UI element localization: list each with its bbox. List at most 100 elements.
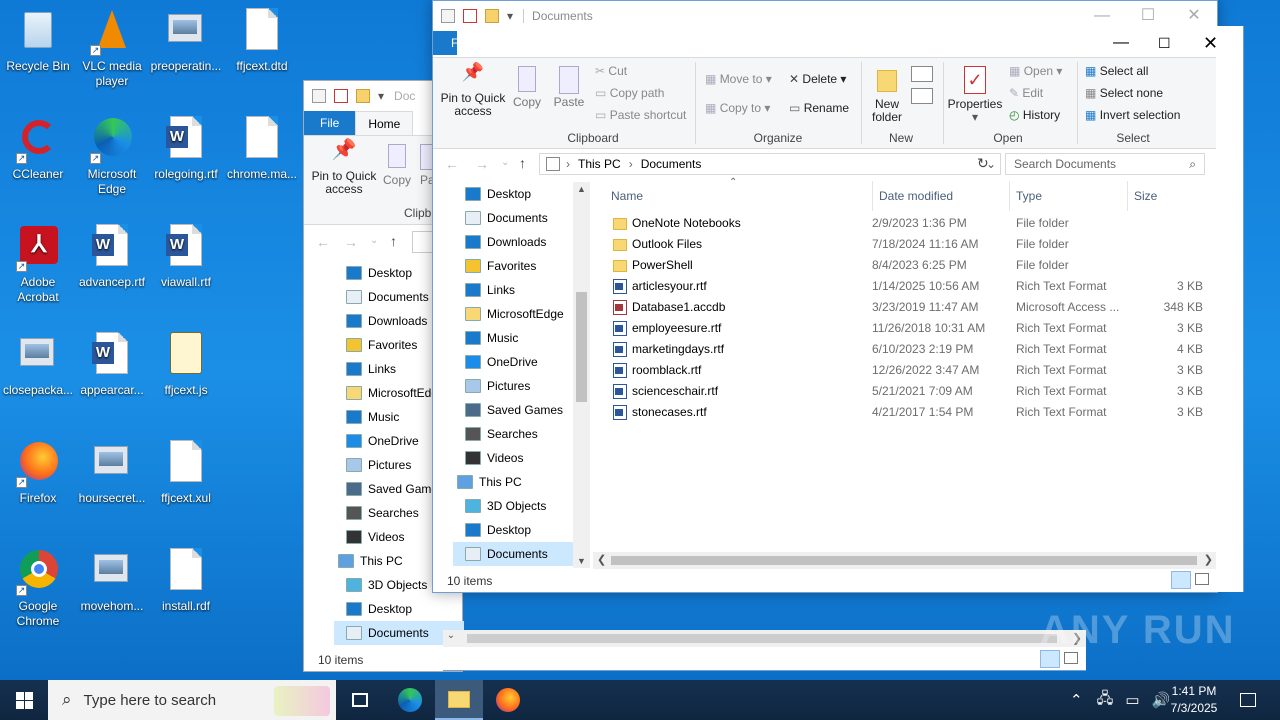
nav-item-links[interactable]: Links bbox=[453, 278, 573, 302]
properties-qa-icon[interactable] bbox=[441, 9, 455, 23]
up-arrow-icon[interactable]: ↑ bbox=[519, 155, 526, 171]
nav-item-downloads[interactable]: Downloads bbox=[453, 230, 573, 254]
desktop-icon[interactable]: closepacka... bbox=[0, 324, 76, 424]
maximize-button[interactable]: ☐ bbox=[1125, 1, 1171, 31]
front-view-toggle[interactable] bbox=[1171, 571, 1215, 589]
copy-path-button[interactable]: ▭ Copy path bbox=[595, 86, 664, 100]
column-size[interactable]: Size bbox=[1127, 181, 1157, 211]
file-list-horizontal-scrollbar[interactable]: ❮ ❯ bbox=[593, 552, 1217, 569]
desktop-icon[interactable]: Wadvancep.rtf bbox=[74, 216, 150, 316]
column-date-modified[interactable]: Date modified bbox=[872, 181, 953, 211]
desktop-icon[interactable]: ↗ Google Chrome bbox=[0, 540, 76, 640]
desktop-icon[interactable]: install.rdf bbox=[148, 540, 224, 640]
front-inner-titlebar[interactable]: F — ☐ ✕ bbox=[433, 31, 1243, 57]
tab-file[interactable]: F bbox=[433, 31, 458, 55]
explorer-window-front[interactable]: ▾ Documents — ☐ ✕ F — ☐ ✕ 📌 Pin to Quick… bbox=[432, 0, 1219, 593]
file-row[interactable]: employeesure.rtf 11/26/2018 10:31 AM Rich … bbox=[603, 318, 1223, 339]
copy-button[interactable]: Copy bbox=[509, 66, 545, 109]
desktop-icon[interactable]: movehom... bbox=[74, 540, 150, 640]
select-all-button[interactable]: ▦ Select all bbox=[1085, 64, 1148, 78]
nav-item-pictures[interactable]: Pictures bbox=[453, 374, 573, 398]
file-row[interactable]: OneNote Notebooks 2/9/2023 1:36 PM File fo… bbox=[603, 213, 1223, 234]
front-navigation-pane[interactable]: Desktop Documents Downloads Favorites Links M… bbox=[453, 182, 573, 566]
folder-qa-icon[interactable] bbox=[356, 89, 370, 103]
monitor-icon[interactable]: ▭ bbox=[1125, 691, 1139, 709]
large-icons-view-icon[interactable] bbox=[1195, 573, 1209, 585]
nav-item-music[interactable]: Music bbox=[453, 326, 573, 350]
desktop-icon[interactable]: ffjcext.dtd bbox=[224, 0, 300, 100]
file-row[interactable]: Database1.accdb 3/23/2019 11:47 AM Microso… bbox=[603, 297, 1223, 318]
nav-item-desktop[interactable]: Desktop bbox=[453, 518, 573, 542]
notifications-button[interactable] bbox=[1224, 680, 1272, 720]
task-view-button[interactable] bbox=[336, 680, 384, 720]
nav-vertical-scrollbar[interactable]: ▲ ▼ bbox=[573, 182, 590, 568]
desktop-icon[interactable]: ffjcext.xul bbox=[148, 432, 224, 532]
nav-item-saved-games[interactable]: Saved Games bbox=[453, 398, 573, 422]
front-titlebar[interactable]: ▾ Documents — ☐ ✕ bbox=[433, 1, 1217, 31]
nav-item-microsoftedge[interactable]: MicrosoftEdge bbox=[453, 302, 573, 326]
history-button[interactable]: ◴ History bbox=[1009, 108, 1060, 122]
show-hidden-icons[interactable]: ⌃ bbox=[1070, 691, 1083, 709]
desktop-icon[interactable]: ffjcext.js bbox=[148, 324, 224, 424]
select-none-button[interactable]: ▦ Select none bbox=[1085, 86, 1163, 100]
check-qa-icon[interactable] bbox=[463, 9, 477, 23]
nav-item-favorites[interactable]: Favorites bbox=[453, 254, 573, 278]
back-horizontal-scrollbar[interactable]: ❮ ❯ bbox=[443, 630, 1086, 647]
tab-file[interactable]: File bbox=[304, 111, 356, 135]
properties-qa-icon[interactable] bbox=[312, 89, 326, 103]
address-bar[interactable]: › This PC › Documents ⌄ bbox=[539, 153, 1001, 175]
invert-selection-button[interactable]: ▦ Invert selection bbox=[1085, 108, 1180, 122]
details-view-icon[interactable] bbox=[1171, 571, 1191, 589]
column-name[interactable]: Name bbox=[611, 181, 643, 211]
cut-button[interactable]: ✂ Cut bbox=[595, 64, 627, 78]
nav-item-videos[interactable]: Videos bbox=[453, 446, 573, 470]
nav-item-desktop[interactable]: Desktop bbox=[334, 597, 464, 621]
column-type[interactable]: Type bbox=[1009, 181, 1042, 211]
nav-item-searches[interactable]: Searches bbox=[453, 422, 573, 446]
pin-quick-access-button[interactable]: 📌 Pin to Quick access bbox=[437, 63, 509, 118]
breadcrumb-this-pc[interactable]: This PC bbox=[578, 157, 621, 171]
paste-button[interactable]: Paste bbox=[549, 66, 589, 109]
forward-arrow-icon[interactable]: → bbox=[344, 234, 358, 250]
delete-button[interactable]: ✕ Delete ▾ bbox=[789, 72, 846, 86]
qa-dropdown-icon[interactable]: ▾ bbox=[507, 9, 513, 23]
file-row[interactable]: roomblack.rtf 12/26/2022 3:47 AM Rich Text… bbox=[603, 360, 1223, 381]
minimize-button[interactable]: — bbox=[1079, 1, 1125, 31]
file-list[interactable]: Name ⌃ Date modified Type Size OneNote N… bbox=[603, 177, 1219, 553]
refresh-icon[interactable]: ↻ bbox=[977, 155, 989, 172]
edit-button[interactable]: ✎ Edit bbox=[1009, 86, 1043, 100]
file-row[interactable]: articlesyour.rtf 1/14/2025 10:56 AM Rich T… bbox=[603, 276, 1223, 297]
desktop-icon[interactable]: ⅄ ↗ Adobe Acrobat bbox=[0, 216, 76, 316]
back-vertical-scroll-arrow[interactable]: ⌄ bbox=[443, 630, 459, 647]
desktop-icon[interactable]: preoperatin... bbox=[148, 0, 224, 100]
taskbar-search-box[interactable]: ⌕ Type here to search bbox=[48, 680, 336, 720]
file-row[interactable]: Outlook Files 7/18/2024 11:16 AM File fold… bbox=[603, 234, 1223, 255]
large-icons-view-icon[interactable] bbox=[1064, 652, 1078, 664]
check-qa-icon[interactable] bbox=[334, 89, 348, 103]
taskbar-firefox[interactable] bbox=[484, 680, 532, 720]
file-row[interactable]: PowerShell 8/4/2023 6:25 PM File folder bbox=[603, 255, 1223, 276]
desktop-icon[interactable]: ↗ CCleaner bbox=[0, 108, 76, 208]
desktop-icon[interactable]: Wrolegoing.rtf bbox=[148, 108, 224, 208]
up-arrow-icon[interactable]: ↑ bbox=[390, 233, 397, 249]
desktop-icon[interactable]: ↗ VLC media player bbox=[74, 0, 150, 100]
file-row[interactable]: scienceschair.rtf 5/21/2021 7:09 AM Rich T… bbox=[603, 381, 1223, 402]
inner-maximize-button[interactable]: ☐ bbox=[1158, 31, 1188, 55]
desktop-icon[interactable]: ↗ Microsoft Edge bbox=[74, 108, 150, 208]
open-button[interactable]: ▦ Open ▾ bbox=[1009, 64, 1062, 78]
nav-item-3d-objects[interactable]: 3D Objects bbox=[453, 494, 573, 518]
desktop-icon[interactable]: Wappearcar... bbox=[74, 324, 150, 424]
address-folder-icon[interactable] bbox=[412, 231, 434, 253]
pin-quick-access-button[interactable]: 📌 Pin to Quick access bbox=[308, 140, 380, 196]
copy-button[interactable]: Copy bbox=[380, 144, 414, 187]
desktop-icon[interactable]: chrome.ma... bbox=[224, 108, 300, 208]
move-to-button[interactable]: ▦ Move to ▾ bbox=[705, 72, 772, 86]
desktop-icon[interactable]: hoursecret... bbox=[74, 432, 150, 532]
file-row[interactable]: stonecases.rtf 4/21/2017 1:54 PM Rich Text… bbox=[603, 402, 1223, 423]
taskbar-edge[interactable] bbox=[386, 680, 434, 720]
nav-item-onedrive[interactable]: OneDrive bbox=[453, 350, 573, 374]
qa-dropdown-icon[interactable]: ▾ bbox=[378, 89, 384, 103]
new-folder-button[interactable]: New folder bbox=[867, 66, 907, 124]
back-arrow-icon[interactable]: ← bbox=[445, 156, 459, 172]
easy-access-icon[interactable] bbox=[911, 88, 933, 104]
